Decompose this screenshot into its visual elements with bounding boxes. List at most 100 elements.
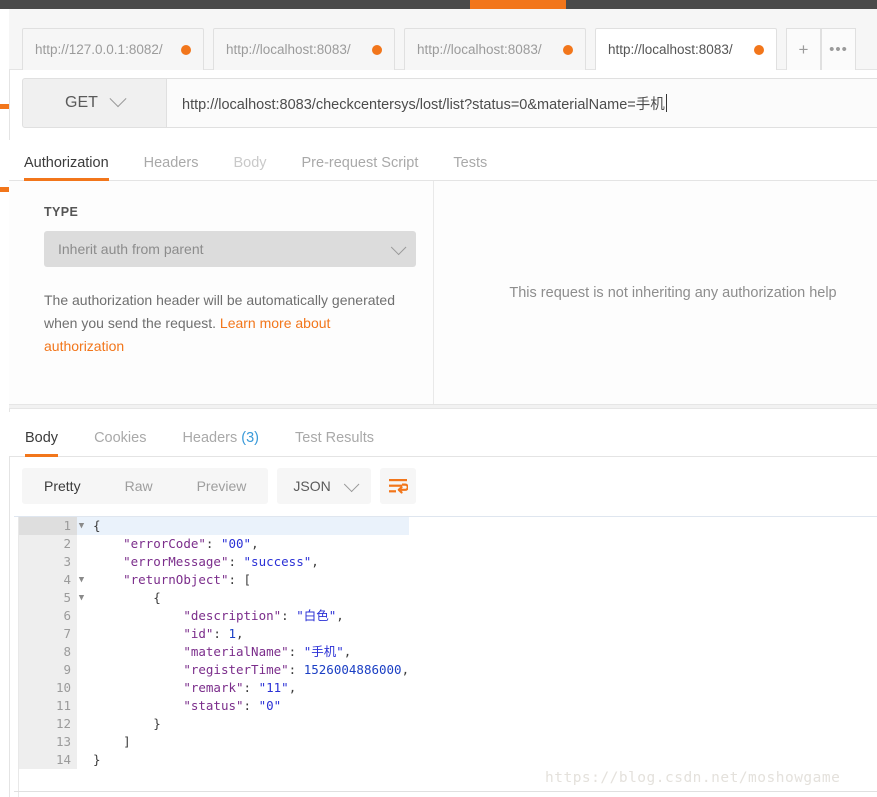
token-pun: : xyxy=(243,680,259,695)
token-pun: , xyxy=(343,644,352,659)
request-tab-body[interactable]: Body xyxy=(233,155,266,180)
code-line-content: "returnObject": [ xyxy=(77,571,251,589)
request-tab-2[interactable]: http://localhost:8083/ xyxy=(404,28,586,70)
code-line: 10 "remark": "11", xyxy=(19,679,409,697)
token-pun: { xyxy=(153,590,161,605)
code-line: 3 "errorMessage": "success", xyxy=(19,553,409,571)
token-pun: : xyxy=(228,554,244,569)
request-tab-headers[interactable]: Headers xyxy=(144,155,199,180)
request-tab-label: http://localhost:8083/ xyxy=(608,42,733,57)
token-num: 1 xyxy=(228,626,237,641)
request-tab-authorization[interactable]: Authorization xyxy=(24,155,109,181)
token-pun: : xyxy=(288,644,304,659)
request-tab-label: http://127.0.0.1:8082/ xyxy=(35,42,163,57)
response-tab-test-results[interactable]: Test Results xyxy=(295,430,374,456)
code-line-content: "status": "0" xyxy=(77,697,281,715)
view-mode-preview[interactable]: Preview xyxy=(175,468,269,504)
response-body-lines: 1 ▼{2 "errorCode": "00", 3 "errorMessage":… xyxy=(19,517,410,769)
auth-type-label: TYPE xyxy=(44,205,79,219)
http-method-label: GET xyxy=(65,94,98,111)
line-number: 1 ▼ xyxy=(19,517,84,535)
auth-type-select[interactable]: Inherit auth from parent xyxy=(44,231,416,267)
request-tab-3[interactable]: http://localhost:8083/ xyxy=(595,28,777,70)
response-tab-label: Headers xyxy=(182,430,238,446)
code-line: 12 } xyxy=(19,715,409,733)
token-key: "status" xyxy=(183,698,244,713)
response-body-viewer[interactable]: 1 ▼{2 "errorCode": "00", 3 "errorMessage":… xyxy=(14,516,877,797)
token-pun: { xyxy=(93,518,101,533)
unsaved-dot[interactable] xyxy=(563,44,573,55)
fold-toggle-icon[interactable]: ▼ xyxy=(77,517,86,535)
token-str: "success" xyxy=(243,554,312,569)
unsaved-dot[interactable] xyxy=(181,44,191,55)
token-pun: , xyxy=(288,680,297,695)
view-mode-pretty[interactable]: Pretty xyxy=(22,468,103,504)
response-tab-label: Cookies xyxy=(94,430,147,446)
request-tab-tests[interactable]: Tests xyxy=(453,155,487,180)
request-url-input[interactable]: http://localhost:8083/checkcentersys/los… xyxy=(167,78,877,128)
code-line-content: "description": "白色", xyxy=(77,607,344,625)
code-line: 14} xyxy=(19,751,409,769)
view-mode-raw[interactable]: Raw xyxy=(103,468,175,504)
line-number: 3 xyxy=(19,553,77,571)
line-number: 13 xyxy=(19,733,77,751)
line-number: 9 xyxy=(19,661,77,679)
code-line: 5 ▼ { xyxy=(19,589,409,607)
auth-type-value: Inherit auth from parent xyxy=(58,241,204,257)
code-line: 7 "id": 1, xyxy=(19,625,409,643)
line-number: 8 xyxy=(19,643,77,661)
line-number: 7 xyxy=(19,625,77,643)
code-line-content: { xyxy=(77,589,161,607)
line-number: 14 xyxy=(19,751,77,769)
request-tab-1[interactable]: http://localhost:8083/ xyxy=(213,28,395,70)
more-options-button[interactable]: ••• xyxy=(821,28,856,70)
line-number: 11 xyxy=(19,697,77,715)
request-tab-pre-request-script[interactable]: Pre-request Script xyxy=(302,155,419,180)
http-method-selector[interactable]: GET xyxy=(22,78,167,128)
bottom-divider xyxy=(14,791,877,792)
request-tab-bar: http://127.0.0.1:8082/http://localhost:8… xyxy=(9,9,877,70)
token-key: "errorMessage" xyxy=(123,554,229,569)
fold-toggle-icon[interactable]: ▼ xyxy=(77,589,86,607)
chevron-down-icon xyxy=(109,90,127,108)
code-line: 13 ] xyxy=(19,733,409,751)
response-tab-label: Body xyxy=(25,430,59,446)
code-line: 11 "status": "0" xyxy=(19,697,409,715)
token-pun: , xyxy=(336,608,344,623)
word-wrap-icon xyxy=(388,479,408,494)
unsaved-dot[interactable] xyxy=(372,44,382,55)
request-panel: TYPE Inherit auth from parent The author… xyxy=(9,181,877,404)
code-line-content: "remark": "11", xyxy=(77,679,296,697)
authorization-preview: This request is not inheriting any autho… xyxy=(434,181,877,404)
authorization-settings: TYPE Inherit auth from parent The author… xyxy=(9,181,434,404)
token-str: "11" xyxy=(258,680,289,695)
code-line: 6 "description": "白色", xyxy=(19,607,409,625)
token-pun: : xyxy=(288,662,304,677)
unsaved-dot[interactable] xyxy=(754,44,764,55)
response-tab-headers[interactable]: Headers (3) xyxy=(182,430,259,456)
code-line-content: "errorMessage": "success", xyxy=(77,553,319,571)
token-str: "00" xyxy=(220,536,252,551)
token-key: "description" xyxy=(183,608,282,623)
response-tab-cookies[interactable]: Cookies xyxy=(94,430,146,456)
fold-toggle-icon[interactable]: ▼ xyxy=(77,571,86,589)
response-language-selector[interactable]: JSON xyxy=(277,468,371,504)
token-pun: , xyxy=(251,536,259,551)
request-section-tabs: Authorization Headers Body Pre-request Scri… xyxy=(9,140,877,181)
token-pun: : xyxy=(281,608,297,623)
response-tab-label: Test Results xyxy=(295,430,374,446)
token-pun: ] xyxy=(123,734,131,749)
new-tab-button[interactable]: + xyxy=(786,28,821,70)
token-key: "id" xyxy=(183,626,214,641)
response-tab-body[interactable]: Body xyxy=(25,430,59,457)
token-str: "手机" xyxy=(303,644,344,659)
token-key: "materialName" xyxy=(183,644,289,659)
request-tab-0[interactable]: http://127.0.0.1:8082/ xyxy=(22,28,204,70)
text-caret xyxy=(665,94,667,112)
request-tab-label: http://localhost:8083/ xyxy=(226,42,351,57)
code-line: 2 "errorCode": "00", xyxy=(19,535,409,553)
panel-splitter[interactable] xyxy=(9,404,877,409)
token-key: "errorCode" xyxy=(123,536,206,551)
token-str: "0" xyxy=(258,698,282,713)
word-wrap-button[interactable] xyxy=(379,468,416,504)
